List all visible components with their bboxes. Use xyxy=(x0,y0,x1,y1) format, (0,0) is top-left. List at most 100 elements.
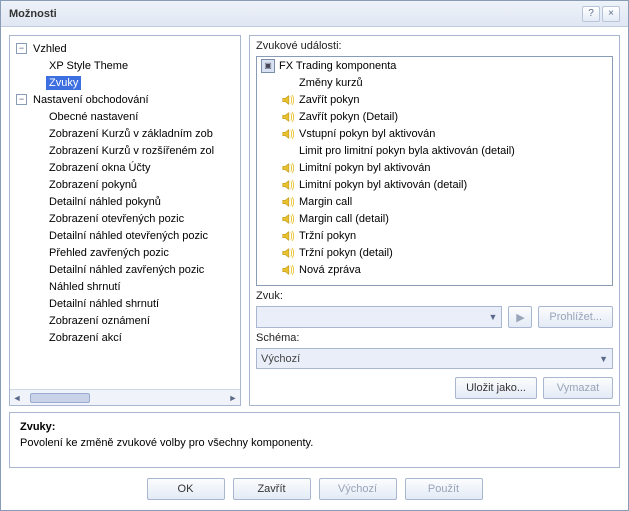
blank-icon xyxy=(281,144,295,158)
tree-item[interactable]: Zobrazení pokynů xyxy=(12,176,238,193)
chevron-down-icon: ▼ xyxy=(489,312,498,322)
speaker-icon xyxy=(281,263,295,277)
tree-item-label: Zobrazení okna Účty xyxy=(46,161,154,175)
collapse-icon[interactable]: − xyxy=(16,43,27,54)
tree-item[interactable]: Zobrazení oznámení xyxy=(12,312,238,329)
close-button[interactable]: Zavřít xyxy=(233,478,311,500)
sound-event-item[interactable]: Margin call xyxy=(257,193,612,210)
speaker-icon xyxy=(281,161,295,175)
sound-event-item[interactable]: Tržní pokyn xyxy=(257,227,612,244)
tree-item[interactable]: Přehled zavřených pozic xyxy=(12,244,238,261)
close-window-button[interactable]: × xyxy=(602,6,620,22)
tree-item[interactable]: Zobrazení Kurzů v základním zob xyxy=(12,125,238,142)
description-box: Zvuky: Povolení ke změně zvukové volby p… xyxy=(9,412,620,468)
sound-event-label: Margin call (detail) xyxy=(299,213,389,225)
sound-event-item[interactable]: Vstupní pokyn byl aktivován xyxy=(257,125,612,142)
sound-event-item[interactable]: Limitní pokyn byl aktivován xyxy=(257,159,612,176)
speaker-icon xyxy=(281,93,295,107)
collapse-icon[interactable]: − xyxy=(16,94,27,105)
sound-event-item[interactable]: Limitní pokyn byl aktivován (detail) xyxy=(257,176,612,193)
tree-item[interactable]: Náhled shrnutí xyxy=(12,278,238,295)
help-button[interactable]: ? xyxy=(582,6,600,22)
tree-horizontal-scrollbar[interactable]: ◄ ► xyxy=(10,389,240,405)
titlebar: Možnosti ? × xyxy=(1,1,628,27)
tree-item-label: Náhled shrnutí xyxy=(46,280,124,294)
sound-settings-panel: Zvukové události: ▣FX Trading komponenta… xyxy=(249,35,620,406)
speaker-icon xyxy=(281,127,295,141)
sound-event-label: Margin call xyxy=(299,196,352,208)
tree-item-label: Detailní náhled shrnutí xyxy=(46,297,162,311)
speaker-icon xyxy=(281,178,295,192)
sound-event-item[interactable]: Tržní pokyn (detail) xyxy=(257,244,612,261)
tree-item-label: Přehled zavřených pozic xyxy=(46,246,172,260)
tree-item[interactable]: Detailní náhled shrnutí xyxy=(12,295,238,312)
sound-event-item[interactable]: Limit pro limitní pokyn byla aktivován (… xyxy=(257,142,612,159)
tree-item[interactable]: Zobrazení okna Účty xyxy=(12,159,238,176)
events-label: Zvukové události: xyxy=(256,40,613,52)
blank-icon xyxy=(281,76,295,90)
sound-event-label: Změny kurzů xyxy=(299,77,363,89)
default-button[interactable]: Výchozí xyxy=(319,478,397,500)
tree-item-label: Zobrazení Kurzů v základním zob xyxy=(46,127,216,141)
tree-item[interactable]: Zvuky xyxy=(12,74,238,91)
sound-event-label: FX Trading komponenta xyxy=(279,60,396,72)
sound-event-label: Zavřít pokyn (Detail) xyxy=(299,111,398,123)
chevron-down-icon: ▼ xyxy=(599,354,608,364)
sound-event-label: Limitní pokyn byl aktivován xyxy=(299,162,430,174)
sound-event-label: Tržní pokyn xyxy=(299,230,356,242)
scroll-left-arrow[interactable]: ◄ xyxy=(10,391,24,405)
speaker-icon xyxy=(281,246,295,260)
tree-item[interactable]: XP Style Theme xyxy=(12,57,238,74)
main-row: −VzhledXP Style ThemeZvuky−Nastavení obc… xyxy=(9,35,620,406)
tree-item[interactable]: Obecné nastavení xyxy=(12,108,238,125)
save-as-button[interactable]: Uložit jako... xyxy=(455,377,537,399)
tree-node-nastaveni[interactable]: −Nastavení obchodování xyxy=(12,91,238,108)
tree-item-label: Obecné nastavení xyxy=(46,110,141,124)
tree-item-label: Detailní náhled pokynů xyxy=(46,195,164,209)
scroll-right-arrow[interactable]: ► xyxy=(226,391,240,405)
tree-item[interactable]: Zobrazení Kurzů v rozšířeném zol xyxy=(12,142,238,159)
delete-scheme-button[interactable]: Vymazat xyxy=(543,377,613,399)
speaker-icon xyxy=(281,212,295,226)
tree-item-label: Vzhled xyxy=(30,42,70,56)
category-tree[interactable]: −VzhledXP Style ThemeZvuky−Nastavení obc… xyxy=(10,36,240,389)
tree-item-label: Zobrazení otevřených pozic xyxy=(46,212,187,226)
description-text: Povolení ke změně zvukové volby pro všec… xyxy=(20,437,609,449)
sound-events-list[interactable]: ▣FX Trading komponenta Změny kurzů Zavřít … xyxy=(256,56,613,286)
sound-event-item[interactable]: ▣FX Trading komponenta xyxy=(257,57,612,74)
scheme-buttons-row: Uložit jako... Vymazat xyxy=(256,377,613,399)
ok-button[interactable]: OK xyxy=(147,478,225,500)
description-title: Zvuky: xyxy=(20,421,609,433)
sound-event-item[interactable]: Změny kurzů xyxy=(257,74,612,91)
sound-event-item[interactable]: Zavřít pokyn xyxy=(257,91,612,108)
sound-label: Zvuk: xyxy=(256,290,613,302)
tree-item[interactable]: Detailní náhled pokynů xyxy=(12,193,238,210)
sound-event-item[interactable]: Nová zpráva xyxy=(257,261,612,278)
tree-node-vzhled[interactable]: −Vzhled xyxy=(12,40,238,57)
dialog-body: −VzhledXP Style ThemeZvuky−Nastavení obc… xyxy=(1,27,628,510)
sound-event-label: Tržní pokyn (detail) xyxy=(299,247,393,259)
sound-event-item[interactable]: Margin call (detail) xyxy=(257,210,612,227)
scheme-label: Schéma: xyxy=(256,332,613,344)
tree-item-label: Zobrazení akcí xyxy=(46,331,125,345)
sound-combo[interactable]: ▼ xyxy=(256,306,502,328)
sound-event-label: Nová zpráva xyxy=(299,264,361,276)
tree-item[interactable]: Detailní náhled zavřených pozic xyxy=(12,261,238,278)
tree-item[interactable]: Zobrazení akcí xyxy=(12,329,238,346)
window-title: Možnosti xyxy=(9,8,580,20)
tree-item[interactable]: Detailní náhled otevřených pozic xyxy=(12,227,238,244)
tree-item[interactable]: Zobrazení otevřených pozic xyxy=(12,210,238,227)
play-sound-button[interactable]: ▶ xyxy=(508,306,532,328)
scroll-thumb[interactable] xyxy=(30,393,90,403)
tree-item-label: Nastavení obchodování xyxy=(30,93,152,107)
browse-button[interactable]: Prohlížet... xyxy=(538,306,613,328)
sound-event-label: Limitní pokyn byl aktivován (detail) xyxy=(299,179,467,191)
apply-button[interactable]: Použít xyxy=(405,478,483,500)
sound-event-label: Zavřít pokyn xyxy=(299,94,360,106)
tree-item-label: XP Style Theme xyxy=(46,59,131,73)
sound-event-item[interactable]: Zavřít pokyn (Detail) xyxy=(257,108,612,125)
tree-item-label: Zvuky xyxy=(46,76,81,90)
sound-row: ▼ ▶ Prohlížet... xyxy=(256,306,613,328)
dialog-footer: OK Zavřít Výchozí Použít xyxy=(9,474,620,502)
scheme-combo[interactable]: Výchozí ▼ xyxy=(256,348,613,369)
